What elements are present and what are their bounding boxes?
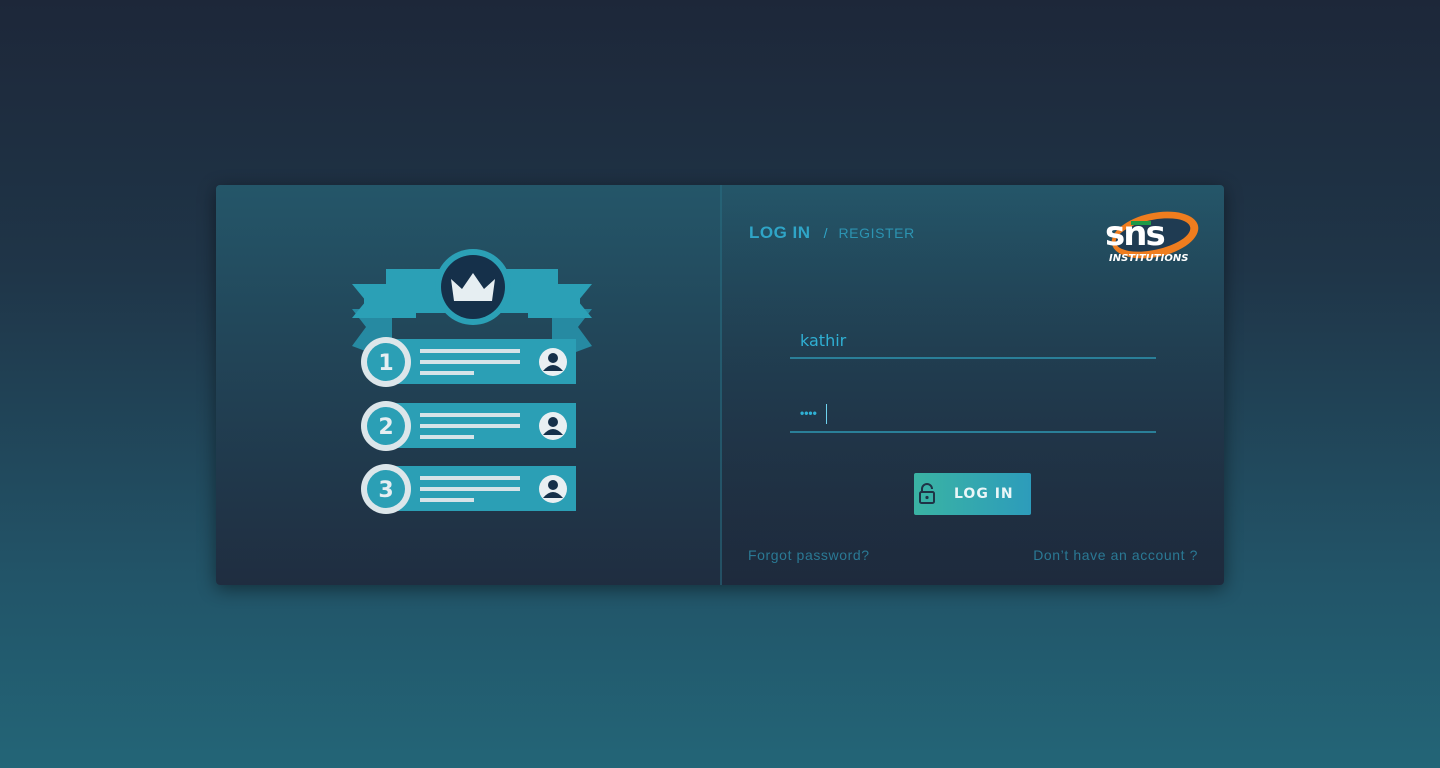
sns-logo: sns INSTITUTIONS: [1105, 211, 1199, 264]
rank-row-1: 1: [361, 337, 576, 387]
tab-login[interactable]: LOG IN: [749, 223, 811, 243]
password-field[interactable]: ••••: [790, 399, 1156, 433]
rank-number-1: 1: [378, 351, 393, 376]
register-link[interactable]: Don’t have an account ?: [1033, 547, 1198, 563]
login-button-label: LOG IN: [954, 486, 1014, 502]
username-field[interactable]: [790, 325, 1156, 359]
login-card: 1 2 3 LOG IN / REGISTER sns INSTITUTIONS…: [216, 185, 1224, 585]
tab-register[interactable]: REGISTER: [838, 225, 914, 241]
rank-row-2: 2: [361, 401, 576, 451]
auth-panel: LOG IN / REGISTER sns INSTITUTIONS •••• …: [722, 185, 1224, 585]
lock-open-icon: [919, 483, 935, 504]
login-button[interactable]: LOG IN: [914, 473, 1031, 515]
username-input[interactable]: [790, 325, 1156, 355]
leaderboard-illustration: 1 2 3: [352, 249, 592, 514]
password-masked-value: ••••: [800, 406, 817, 420]
tab-separator: /: [823, 225, 828, 241]
logo-subtext: INSTITUTIONS: [1109, 253, 1188, 264]
illustration-panel: 1 2 3: [216, 185, 720, 585]
text-caret: [826, 404, 827, 424]
rank-row-3: 3: [361, 464, 576, 514]
rank-number-3: 3: [378, 478, 393, 503]
logo-text: sns: [1105, 214, 1164, 254]
auth-tabs: LOG IN / REGISTER: [749, 223, 915, 243]
forgot-password-link[interactable]: Forgot password?: [748, 547, 870, 563]
rank-number-2: 2: [378, 415, 393, 440]
